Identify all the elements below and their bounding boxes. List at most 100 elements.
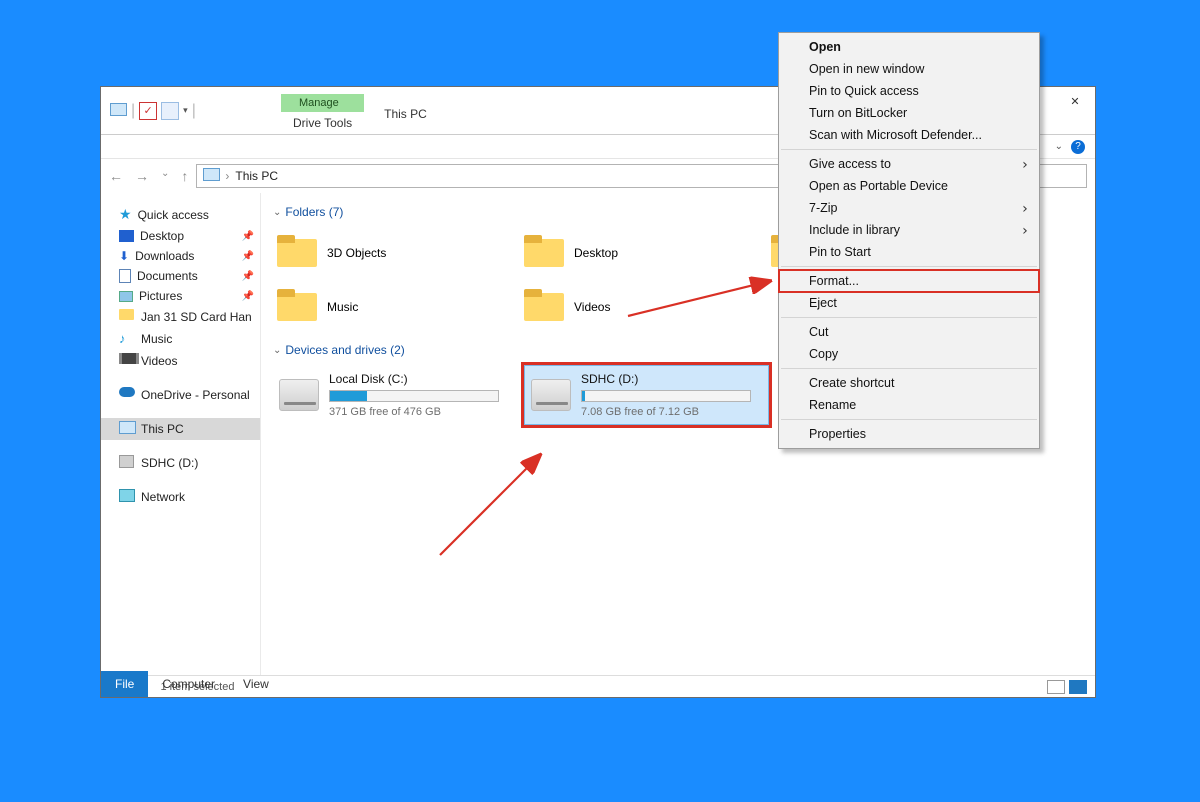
ctx-pin-start[interactable]: Pin to Start: [779, 241, 1039, 263]
chevron-down-icon[interactable]: ⌄: [273, 207, 281, 218]
ctx-eject[interactable]: Eject: [779, 292, 1039, 314]
chevron-down-icon[interactable]: ⌄: [273, 345, 281, 356]
sidebar-item-folder[interactable]: Jan 31 SD Card Han: [101, 306, 260, 328]
ribbon-tab-computer[interactable]: Computer: [148, 671, 229, 697]
ctx-open[interactable]: Open: [779, 36, 1039, 58]
video-icon: [119, 353, 135, 369]
chevron-right-icon[interactable]: ›: [225, 169, 229, 183]
folder-icon: [524, 235, 564, 271]
address-bar[interactable]: › This PC ⌄: [196, 164, 817, 188]
folder-label: Music: [327, 300, 358, 314]
cloud-icon: [119, 387, 135, 403]
sidebar-item-label: Videos: [141, 354, 177, 368]
down-arrow-icon: ⬇: [119, 249, 129, 263]
sidebar-item-label: Desktop: [140, 229, 184, 243]
sidebar-item-label: Pictures: [139, 289, 182, 303]
thispc-icon: [109, 102, 127, 120]
ribbon-contextual-label: Manage: [281, 94, 364, 112]
close-button[interactable]: ✕: [1055, 87, 1095, 115]
view-details-button[interactable]: [1047, 680, 1065, 694]
drive-name: Local Disk (C:): [329, 372, 512, 386]
network-icon: [119, 489, 135, 505]
sidebar-item-videos[interactable]: Videos: [101, 350, 260, 372]
ribbon-tab-file[interactable]: File: [101, 671, 148, 697]
sidebar-onedrive[interactable]: OneDrive - Personal: [101, 384, 260, 406]
nav-back-button[interactable]: ←: [109, 168, 123, 184]
ctx-open-new[interactable]: Open in new window: [779, 58, 1039, 80]
pin-icon: 📌: [242, 291, 254, 302]
sidebar-item-documents[interactable]: Documents📌: [101, 266, 260, 286]
breadcrumb-segment[interactable]: This PC: [235, 169, 278, 183]
sidebar-item-desktop[interactable]: Desktop 📌: [101, 226, 260, 246]
image-icon: [119, 291, 133, 302]
sidebar-item-label: This PC: [141, 422, 184, 436]
desktop-icon: [119, 230, 134, 242]
pin-icon: 📌: [242, 251, 254, 262]
ctx-7zip[interactable]: 7-Zip: [779, 197, 1039, 219]
drive-item-sdhc[interactable]: SDHC (D:) 7.08 GB free of 7.12 GB: [524, 365, 769, 425]
qat-divider2: |: [192, 102, 196, 120]
folder-item[interactable]: Desktop: [520, 227, 765, 279]
context-menu: Open Open in new window Pin to Quick acc…: [778, 32, 1040, 449]
drive-name: SDHC (D:): [581, 372, 762, 386]
ctx-separator: [781, 368, 1037, 369]
nav-recent-button[interactable]: ⌄: [161, 168, 169, 184]
nav-up-button[interactable]: ↑: [181, 168, 188, 184]
folder-icon: [119, 309, 135, 325]
ribbon-expand-icon[interactable]: ⌄: [1055, 141, 1063, 152]
sidebar-item-label: Downloads: [135, 249, 194, 263]
sidebar-item-pictures[interactable]: Pictures 📌: [101, 286, 260, 306]
quick-access-toolbar: | ✓ ▾ |: [101, 87, 281, 134]
qat-divider: |: [131, 102, 135, 120]
pin-icon: 📌: [242, 271, 254, 282]
sidebar-item-label: Jan 31 SD Card Han: [141, 310, 252, 324]
ribbon-tab-drive-tools[interactable]: Drive Tools: [281, 112, 364, 134]
sidebar-this-pc[interactable]: This PC: [101, 418, 260, 440]
ctx-format[interactable]: Format...: [779, 270, 1039, 292]
group-header-label: Folders (7): [285, 205, 343, 219]
drive-usage-bar: [329, 390, 499, 402]
pin-icon: 📌: [242, 231, 254, 242]
folder-icon: [277, 235, 317, 271]
sidebar-item-downloads[interactable]: ⬇ Downloads 📌: [101, 246, 260, 266]
ctx-give-access[interactable]: Give access to: [779, 153, 1039, 175]
ctx-properties[interactable]: Properties: [779, 423, 1039, 445]
drive-item-local-disk[interactable]: Local Disk (C:) 371 GB free of 476 GB: [273, 365, 518, 425]
thispc-icon: [119, 421, 135, 437]
ctx-include-lib[interactable]: Include in library: [779, 219, 1039, 241]
ctx-separator: [781, 266, 1037, 267]
ctx-separator: [781, 149, 1037, 150]
ctx-rename[interactable]: Rename: [779, 394, 1039, 416]
sidebar-quick-access-label: Quick access: [138, 208, 209, 222]
ctx-defender[interactable]: Scan with Microsoft Defender...: [779, 124, 1039, 146]
sidebar-item-label: SDHC (D:): [141, 456, 198, 470]
drive-usage-bar: [581, 390, 751, 402]
checkbox-icon[interactable]: ✓: [139, 102, 157, 120]
sidebar-item-label: OneDrive - Personal: [141, 388, 250, 402]
ctx-bitlocker[interactable]: Turn on BitLocker: [779, 102, 1039, 124]
nav-forward-button[interactable]: →: [135, 168, 149, 184]
sidebar-network[interactable]: Network: [101, 486, 260, 508]
ctx-copy[interactable]: Copy: [779, 343, 1039, 365]
sidebar-item-label: Music: [141, 332, 172, 346]
folder-item[interactable]: Videos: [520, 281, 765, 333]
sidebar-item-music[interactable]: Music: [101, 328, 260, 350]
window-title: This PC: [384, 107, 427, 121]
sd-card-icon: [119, 455, 135, 471]
folder-item[interactable]: Music: [273, 281, 518, 333]
qat-caret-icon[interactable]: ▾: [183, 105, 188, 116]
drive-icon: [531, 379, 571, 411]
view-tiles-button[interactable]: [1069, 680, 1087, 694]
folder-icon: [277, 289, 317, 325]
ctx-cut[interactable]: Cut: [779, 321, 1039, 343]
ctx-portable[interactable]: Open as Portable Device: [779, 175, 1039, 197]
sidebar-sdhc[interactable]: SDHC (D:): [101, 452, 260, 474]
help-icon[interactable]: ?: [1071, 140, 1085, 154]
drive-icon: [279, 379, 319, 411]
document-icon[interactable]: [161, 102, 179, 120]
ctx-pin-quick[interactable]: Pin to Quick access: [779, 80, 1039, 102]
ctx-shortcut[interactable]: Create shortcut: [779, 372, 1039, 394]
sidebar-quick-access[interactable]: ★ Quick access: [101, 203, 260, 226]
ctx-separator: [781, 317, 1037, 318]
folder-item[interactable]: 3D Objects: [273, 227, 518, 279]
